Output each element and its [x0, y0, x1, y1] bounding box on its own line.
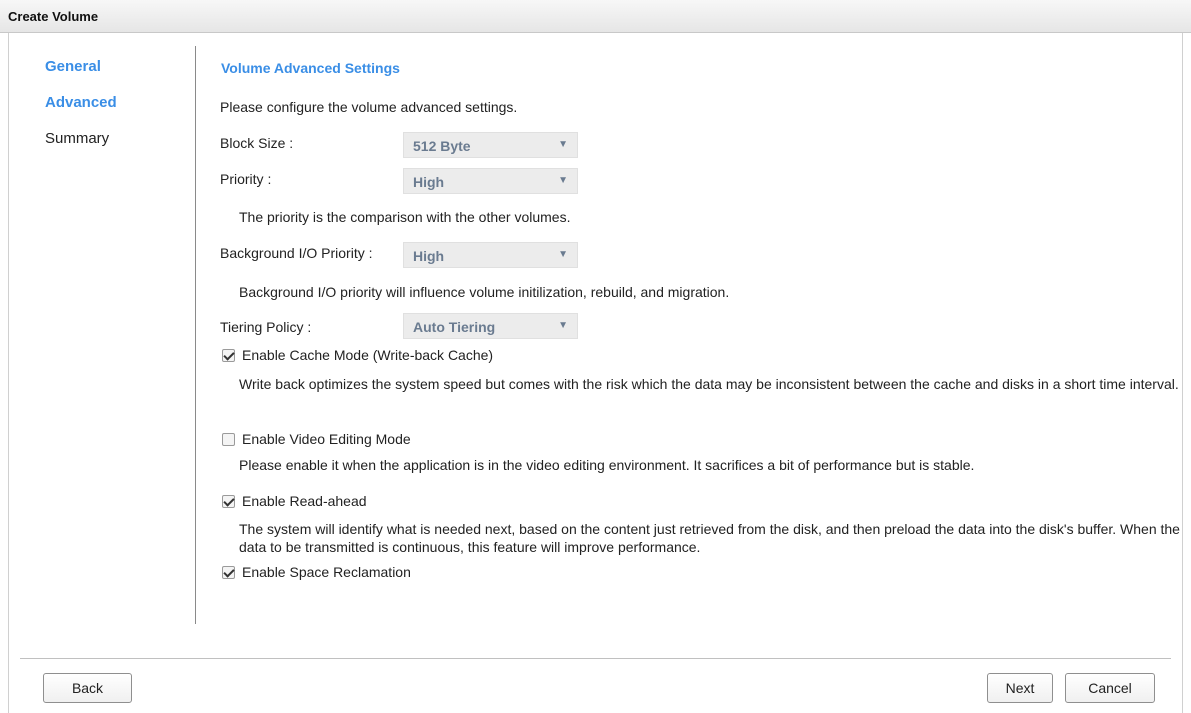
priority-select[interactable]: High ▼: [403, 168, 578, 194]
block-size-select[interactable]: 512 Byte ▼: [403, 132, 578, 158]
priority-label: Priority :: [220, 171, 272, 187]
title-bar: Create Volume: [0, 0, 1191, 33]
tiering-policy-select[interactable]: Auto Tiering ▼: [403, 313, 578, 339]
video-editing-label: Enable Video Editing Mode: [242, 431, 411, 447]
space-reclamation-checkbox[interactable]: [222, 566, 235, 579]
next-button[interactable]: Next: [987, 673, 1053, 703]
nav-item-general[interactable]: General: [45, 58, 101, 75]
dialog-border-right: [1182, 33, 1183, 713]
intro-text: Please configure the volume advanced set…: [220, 99, 518, 115]
chevron-down-icon: ▼: [558, 175, 568, 186]
video-editing-checkbox[interactable]: [222, 433, 235, 446]
bg-io-priority-label: Background I/O Priority :: [220, 245, 373, 261]
footer-divider: [20, 658, 1171, 659]
read-ahead-desc: The system will identify what is needed …: [239, 521, 1180, 555]
block-size-label: Block Size :: [220, 135, 294, 151]
space-reclamation-label: Enable Space Reclamation: [242, 564, 411, 580]
video-editing-desc: Please enable it when the application is…: [239, 457, 975, 473]
priority-value: High: [413, 174, 445, 190]
chevron-down-icon: ▼: [558, 249, 568, 260]
nav-item-summary[interactable]: Summary: [45, 130, 109, 147]
window-title: Create Volume: [8, 9, 99, 24]
nav-divider: [195, 46, 196, 624]
cancel-button[interactable]: Cancel: [1065, 673, 1155, 703]
bg-io-priority-value: High: [413, 248, 445, 264]
back-button[interactable]: Back: [43, 673, 132, 703]
dialog-border-left: [8, 33, 9, 713]
priority-note: The priority is the comparison with the …: [239, 209, 571, 225]
tiering-policy-label: Tiering Policy :: [220, 319, 312, 335]
cache-mode-checkbox[interactable]: [222, 349, 235, 362]
block-size-value: 512 Byte: [413, 138, 471, 154]
cache-mode-label: Enable Cache Mode (Write-back Cache): [242, 347, 494, 363]
read-ahead-checkbox[interactable]: [222, 495, 235, 508]
bg-io-priority-select[interactable]: High ▼: [403, 242, 578, 268]
tiering-policy-value: Auto Tiering: [413, 319, 496, 335]
nav-item-advanced[interactable]: Advanced: [45, 94, 117, 111]
bg-io-priority-note: Background I/O priority will influence v…: [239, 284, 730, 300]
cache-mode-desc: Write back optimizes the system speed bu…: [239, 376, 1179, 392]
read-ahead-label: Enable Read-ahead: [242, 493, 367, 509]
chevron-down-icon: ▼: [558, 139, 568, 150]
chevron-down-icon: ▼: [558, 320, 568, 331]
section-title: Volume Advanced Settings: [221, 60, 400, 76]
